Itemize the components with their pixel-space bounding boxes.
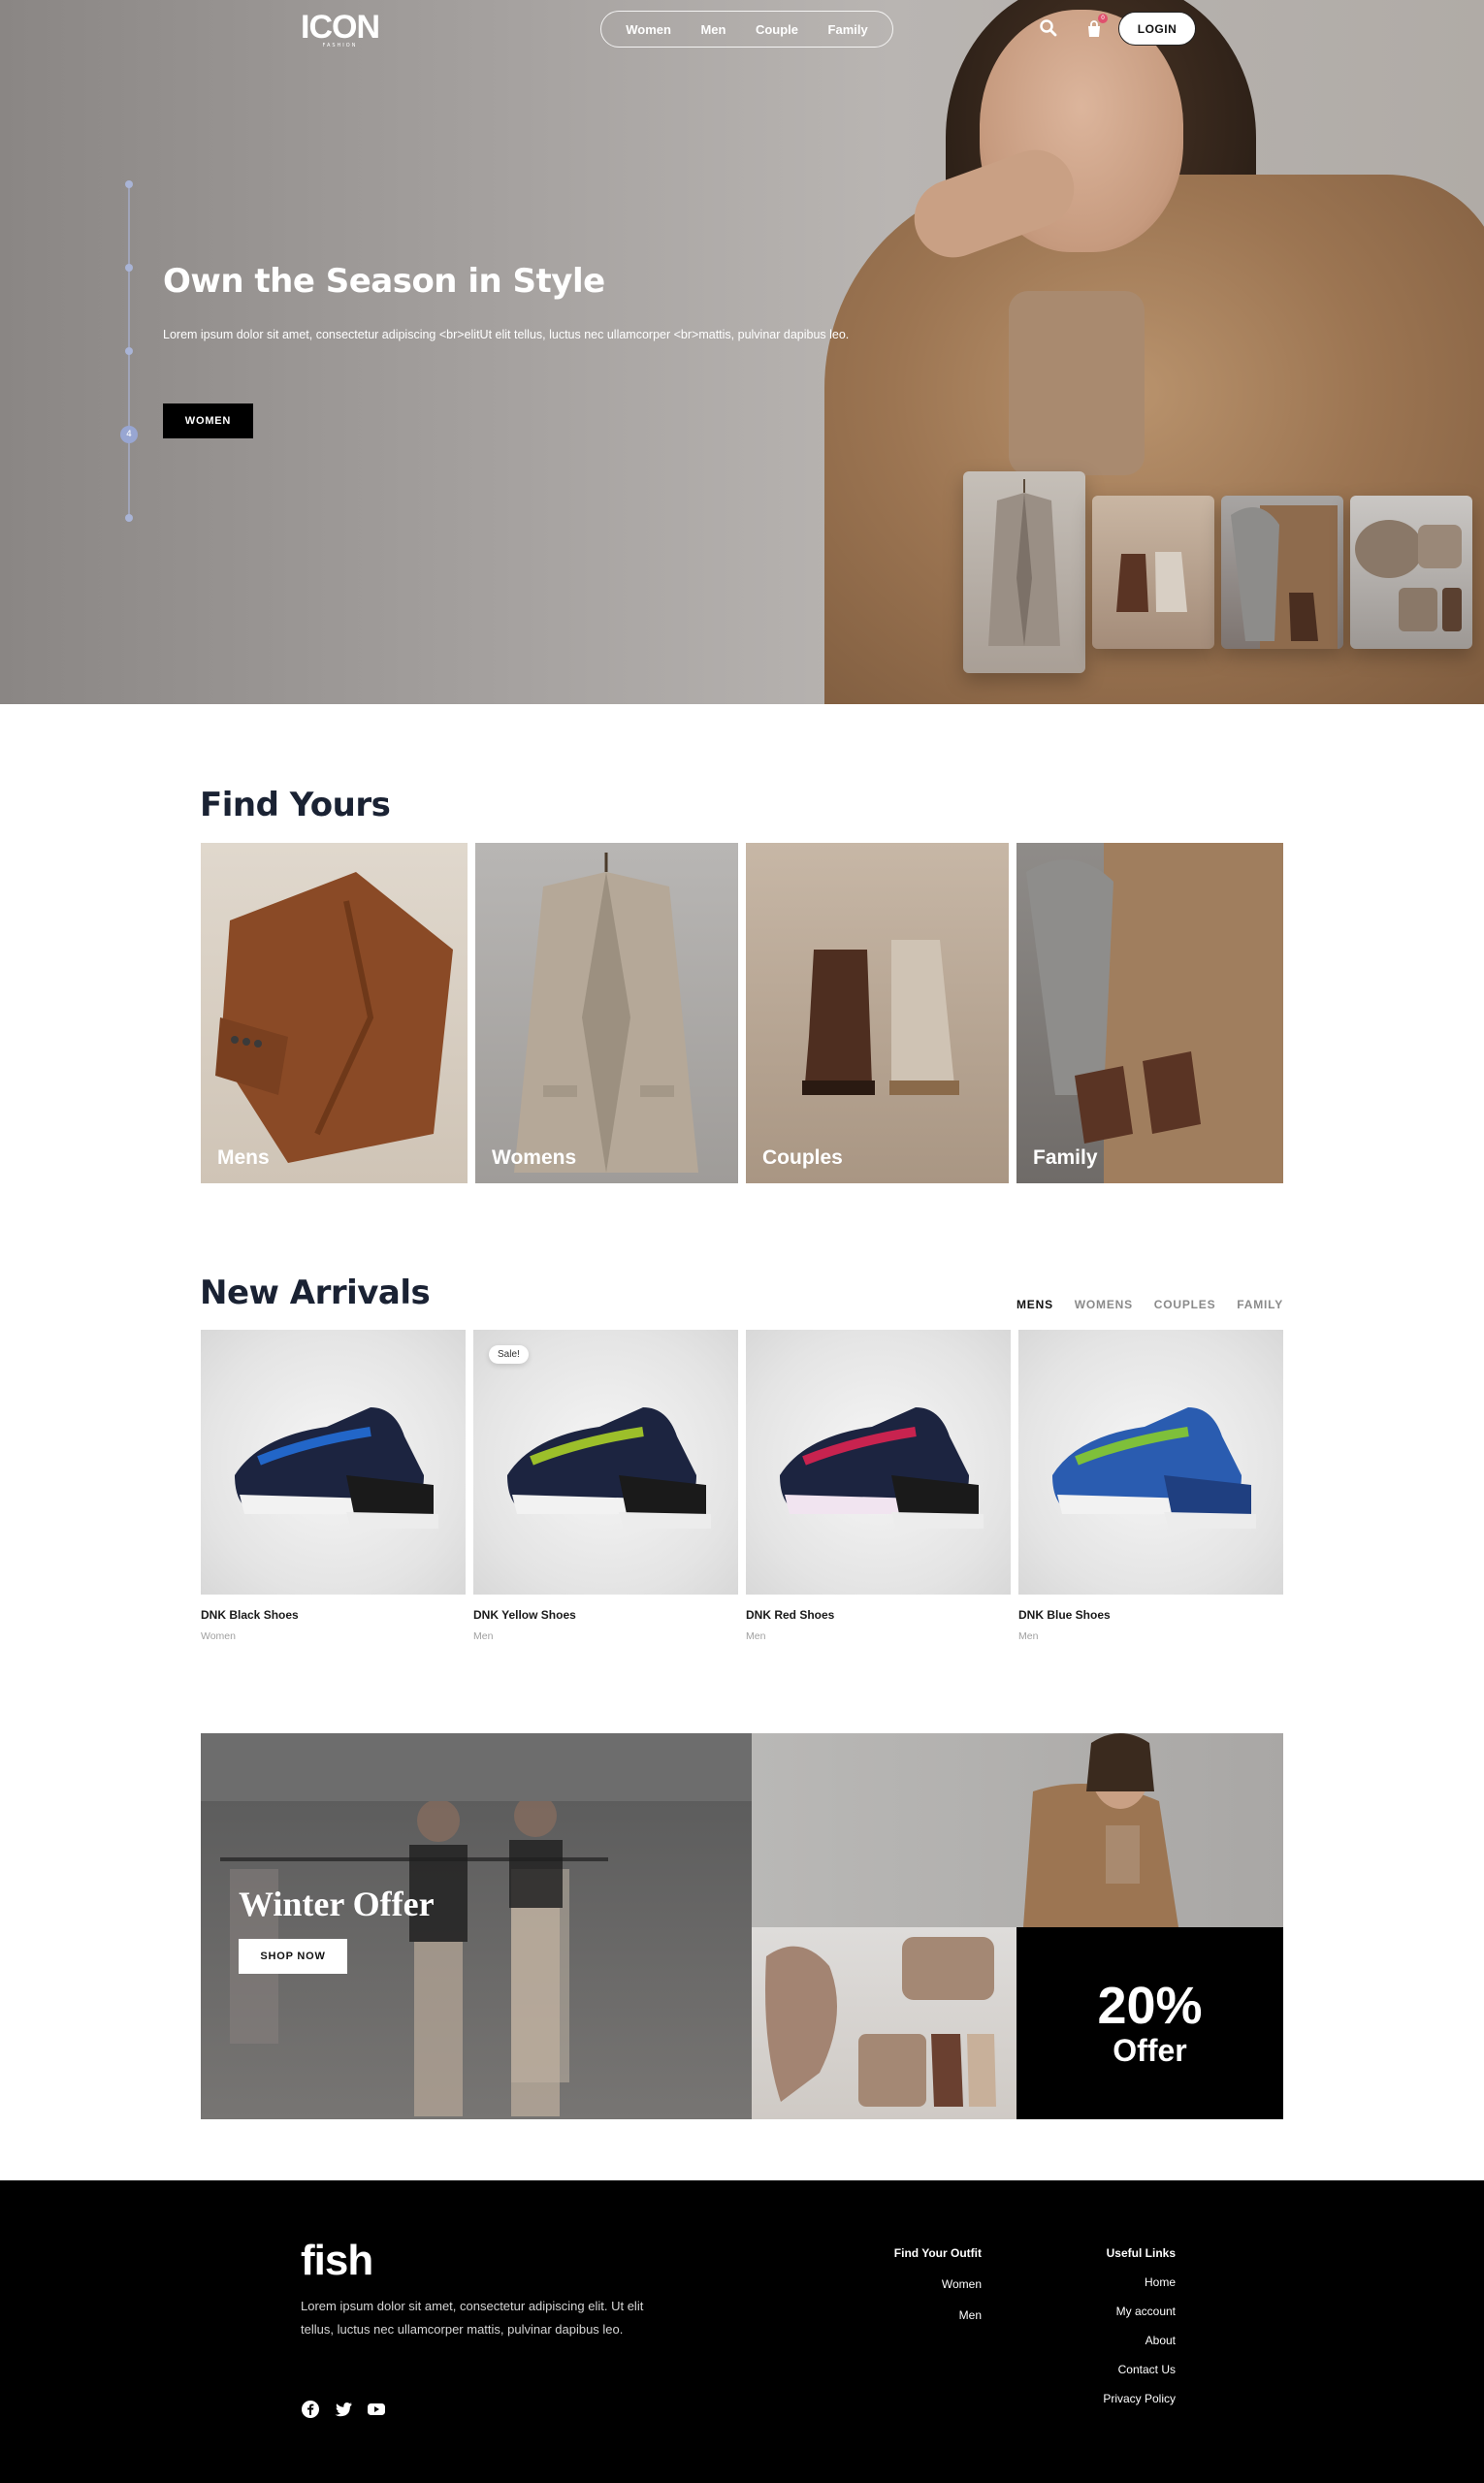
product-name[interactable]: DNK Red Shoes [746,1608,834,1622]
shop-now-button[interactable]: SHOP NOW [239,1939,347,1974]
category-card-couples[interactable]: Couples [746,843,1009,1183]
winter-offer-banner: Winter Offer SHOP NOW [201,1733,752,2119]
arrivals-tabs: MENS WOMENS COUPLES FAMILY [1016,1298,1283,1311]
product-category: Women [201,1630,236,1642]
footer-link-privacy[interactable]: Privacy Policy [1103,2392,1176,2405]
category-label: Couples [762,1146,843,1169]
category-label: Womens [492,1146,577,1169]
product-image[interactable] [746,1330,1011,1595]
product-name[interactable]: DNK Yellow Shoes [473,1608,576,1622]
sale-badge: Sale! [489,1345,529,1364]
footer-link-contact[interactable]: Contact Us [1103,2363,1176,2376]
promo-knitwear-image [752,1927,1016,2119]
hero-women-button[interactable]: WOMEN [163,403,253,438]
footer-col-title: Find Your Outfit [893,2246,982,2260]
footer-col-title: Useful Links [1106,2246,1176,2260]
category-card-family[interactable]: Family [1016,843,1283,1183]
hero-thumb-blazer[interactable] [963,471,1085,673]
category-card-womens[interactable]: Womens [475,843,738,1183]
product-category: Men [473,1630,494,1642]
search-icon[interactable] [1038,17,1059,39]
promo-model-image [752,1733,1283,1927]
facebook-icon[interactable] [301,2400,320,2419]
social-links [301,2400,386,2419]
winter-offer-title: Winter Offer [239,1885,435,1923]
nav-family[interactable]: Family [828,22,868,37]
find-yours-title: Find Yours [200,786,391,824]
slider-dot[interactable] [125,347,133,355]
nav-women[interactable]: Women [626,22,671,37]
footer-link-home[interactable]: Home [1103,2275,1176,2289]
footer-description: Lorem ipsum dolor sit amet, consectetur … [301,2299,644,2337]
tab-couples[interactable]: COUPLES [1154,1298,1216,1311]
footer-link-women[interactable]: Women [894,2277,982,2291]
category-label: Family [1033,1146,1098,1169]
offer-word: Offer [1113,2033,1187,2068]
product-name[interactable]: DNK Black Shoes [201,1608,299,1622]
footer-link-about[interactable]: About [1103,2334,1176,2347]
new-arrivals-title: New Arrivals [200,1274,431,1312]
slider-dot[interactable] [125,514,133,522]
site-logo[interactable]: ICON FASHION [301,10,380,48]
footer-link-men[interactable]: Men [894,2308,982,2322]
hero-thumb-knitwear[interactable] [1350,496,1472,649]
product-category: Men [1018,1630,1039,1642]
slider-dot[interactable] [125,264,133,272]
cart-count-badge: 0 [1098,14,1108,23]
product-category: Men [746,1630,766,1642]
login-button[interactable]: LOGIN [1118,12,1196,46]
hero-description: Lorem ipsum dolor sit amet, consectetur … [163,328,850,341]
hero-thumb-boots[interactable] [1092,496,1214,649]
nav-couple[interactable]: Couple [756,22,798,37]
hero-title: Own the Season in Style [163,262,605,301]
youtube-icon[interactable] [367,2400,386,2419]
product-image[interactable] [201,1330,466,1595]
tab-mens[interactable]: MENS [1016,1298,1053,1311]
hero-section: ICON FASHION Women Men Couple Family 0 L… [0,0,1484,704]
slider-dot-active[interactable]: 4 [120,426,138,443]
tab-womens[interactable]: WOMENS [1075,1298,1133,1311]
nav-men[interactable]: Men [700,22,726,37]
hero-thumb-scarf-coat[interactable] [1221,496,1343,649]
category-label: Mens [217,1146,270,1169]
twitter-icon[interactable] [334,2400,353,2419]
main-nav: Women Men Couple Family [600,11,893,48]
offer-percent: 20% [1097,1977,1203,2035]
offer-box[interactable]: 20% Offer [1016,1927,1283,2119]
footer-link-my-account[interactable]: My account [1103,2305,1176,2318]
product-image[interactable] [1018,1330,1283,1595]
footer-col-useful: Useful Links Home My account About Conta… [1103,2246,1176,2418]
slider-dot[interactable] [125,180,133,188]
category-card-mens[interactable]: Mens [201,843,468,1183]
cart-icon[interactable]: 0 [1083,14,1108,41]
site-footer: fish Lorem ipsum dolor sit amet, consect… [0,2180,1484,2483]
footer-col-outfit: Find Your Outfit Women Men [894,2246,982,2335]
product-name[interactable]: DNK Blue Shoes [1018,1608,1111,1622]
footer-logo[interactable]: fish [301,2237,373,2285]
product-image[interactable]: Sale! [473,1330,738,1595]
tab-family[interactable]: FAMILY [1237,1298,1283,1311]
